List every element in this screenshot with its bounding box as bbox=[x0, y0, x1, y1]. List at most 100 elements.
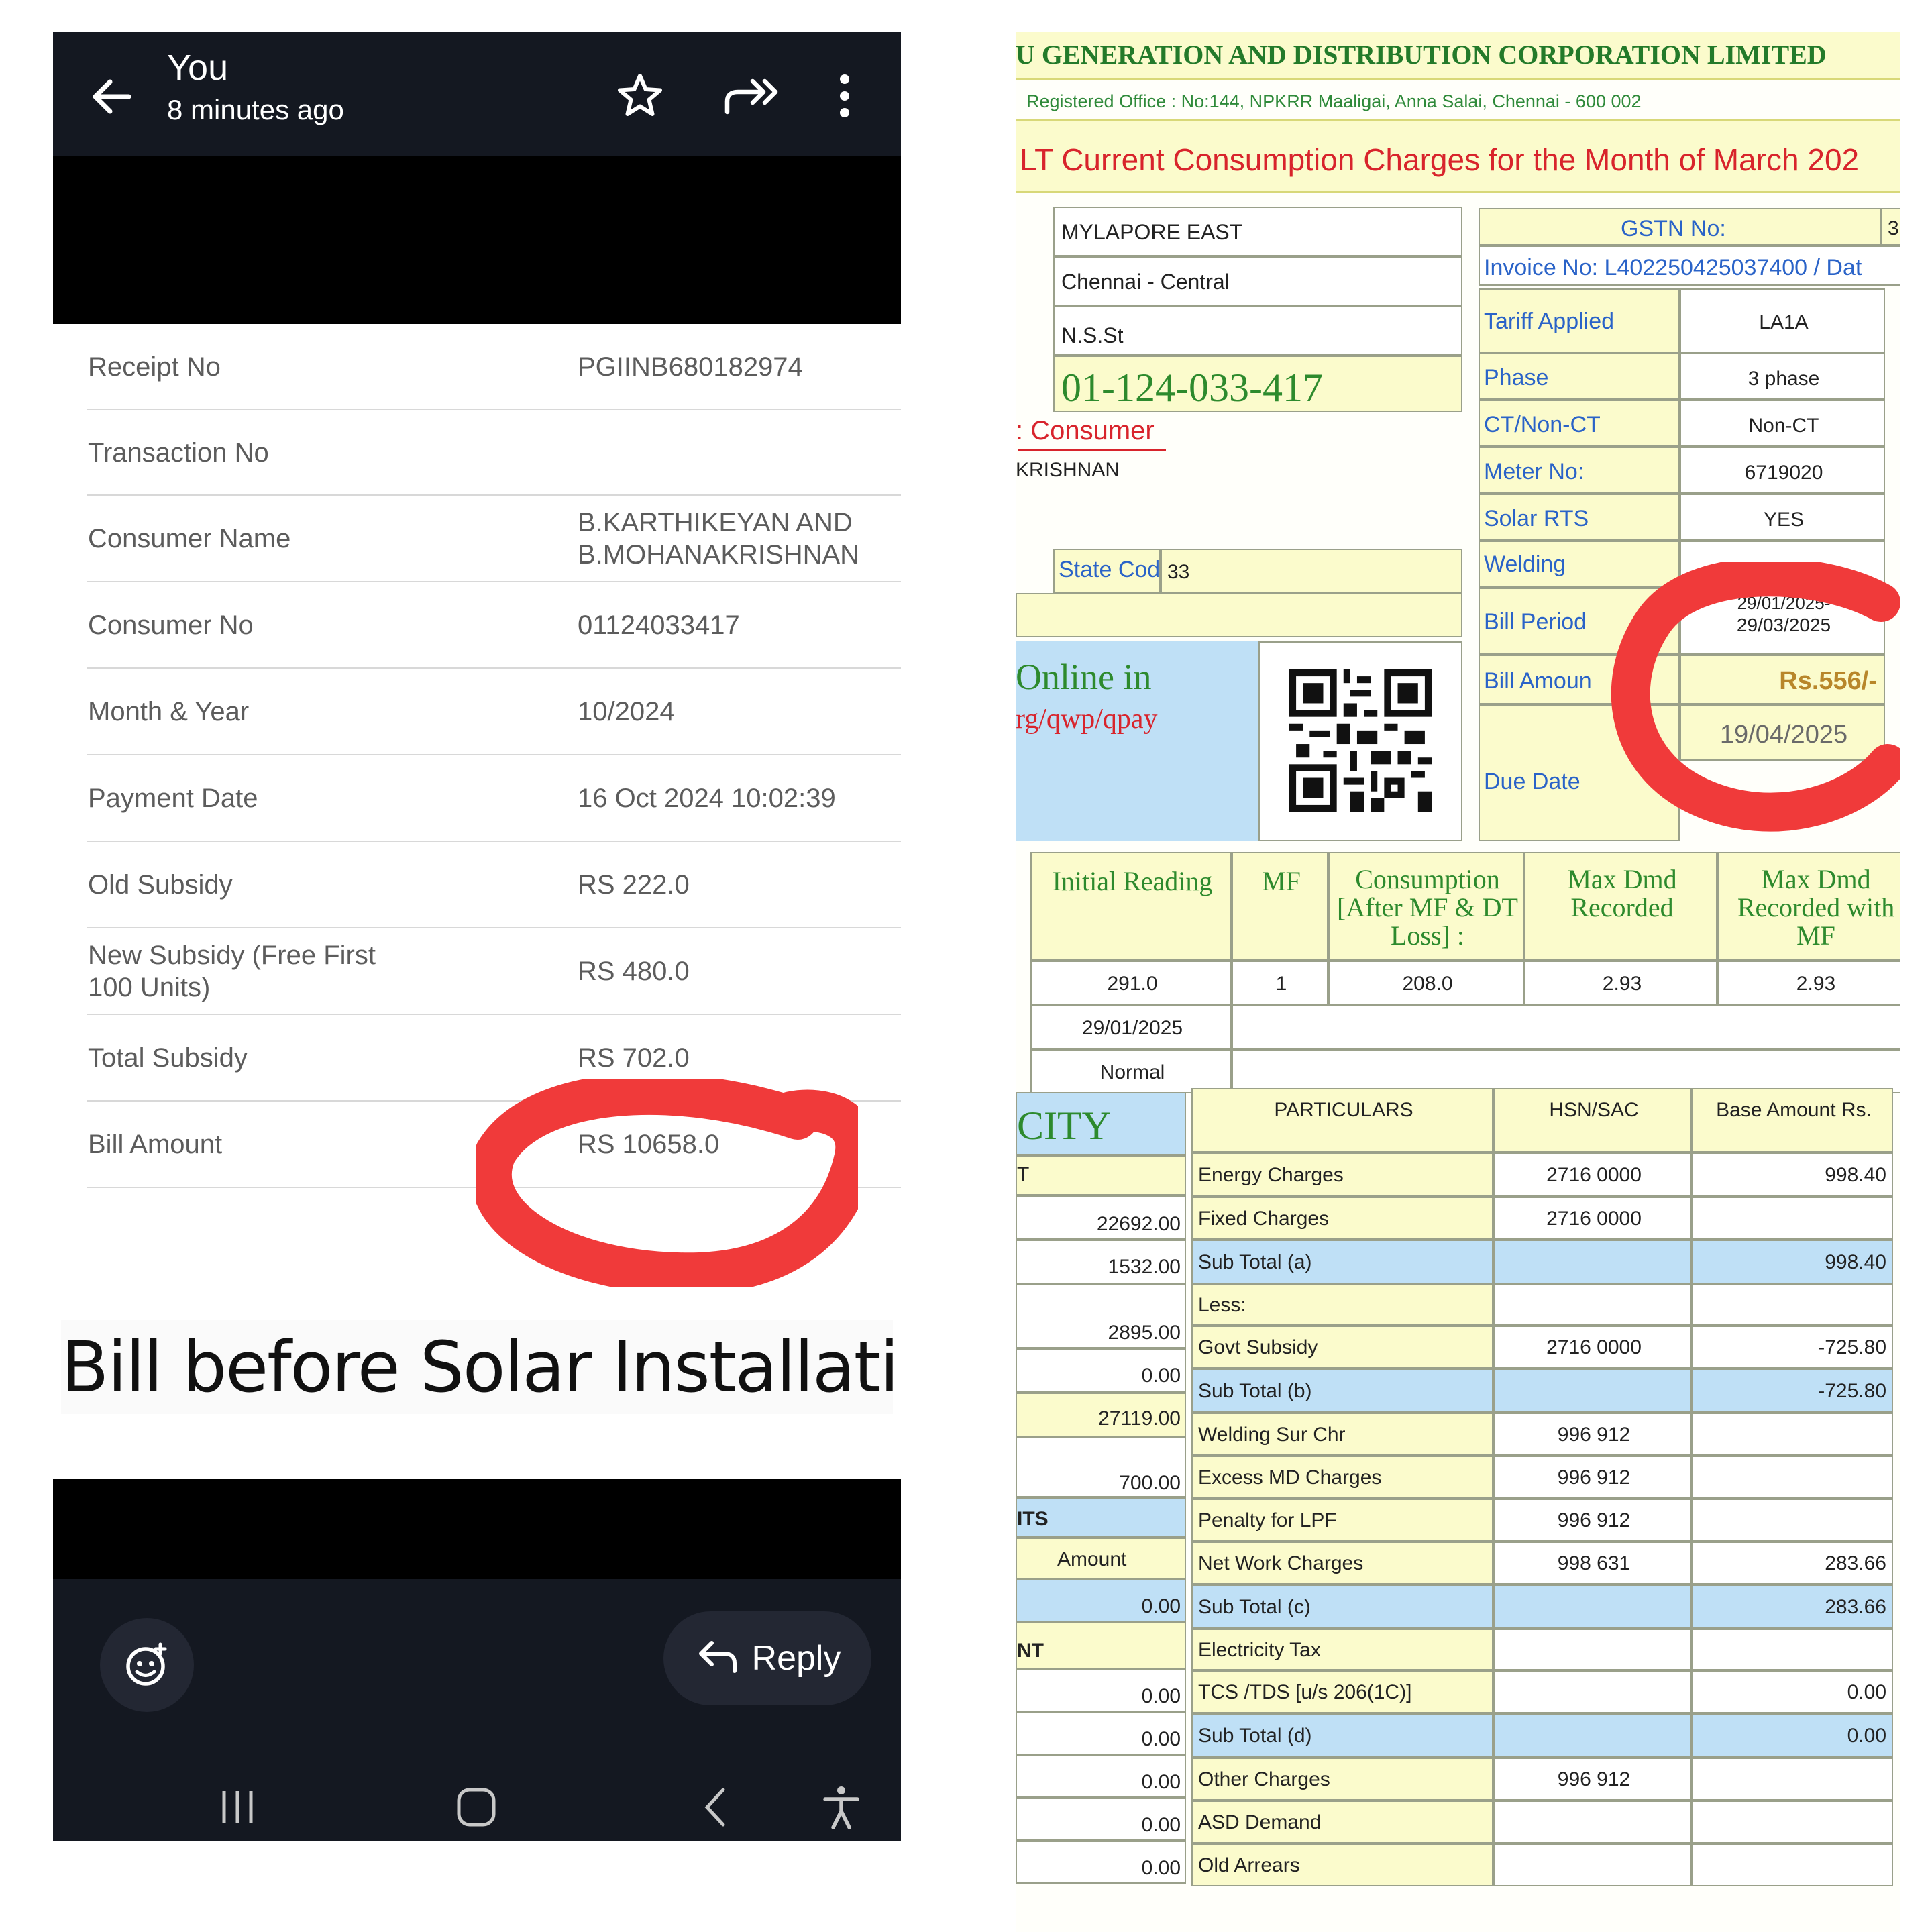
row-value: B.MOHANAKRISHNAN bbox=[578, 540, 860, 570]
particulars-amount bbox=[1692, 1456, 1893, 1499]
particulars-header: PARTICULARS bbox=[1191, 1088, 1493, 1152]
reading-cell: Normal bbox=[1030, 1049, 1232, 1093]
reading-header: Consumption [After MF & DT Loss] : bbox=[1328, 852, 1524, 961]
particulars-name: Sub Total (d) bbox=[1191, 1713, 1493, 1758]
pay-online-box: Online in rg/qwp/qpay bbox=[1016, 641, 1258, 841]
qr-code-box bbox=[1258, 641, 1462, 841]
app-header: You 8 minutes ago bbox=[53, 32, 901, 156]
emoji-add-icon[interactable] bbox=[100, 1618, 194, 1712]
due-date-cell: 19/04/2025 bbox=[1680, 704, 1885, 761]
corp-title: U GENERATION AND DISTRIBUTION CORPORATIO… bbox=[1016, 40, 1827, 70]
particulars-hsn bbox=[1493, 1670, 1692, 1713]
timestamp: 8 minutes ago bbox=[167, 94, 344, 125]
particulars-amount: 0.00 bbox=[1692, 1713, 1893, 1758]
detail-value: YES bbox=[1680, 494, 1885, 541]
home-icon[interactable] bbox=[446, 1780, 506, 1834]
back-arrow-icon[interactable] bbox=[85, 70, 139, 123]
due-date: 19/04/2025 bbox=[1719, 720, 1848, 749]
particulars-hsn: 996 912 bbox=[1493, 1758, 1692, 1801]
row-label: Consumer Name bbox=[88, 524, 291, 553]
detail-label: Phase bbox=[1479, 353, 1680, 400]
reply-arrow-icon bbox=[694, 1640, 739, 1676]
consumer-label: : Consumer bbox=[1016, 416, 1155, 445]
particulars-name: Other Charges bbox=[1191, 1758, 1493, 1801]
image-bottom-border bbox=[53, 1479, 901, 1579]
corp-header: U GENERATION AND DISTRIBUTION CORPORATIO… bbox=[1016, 32, 1900, 80]
particulars-name: Net Work Charges bbox=[1191, 1542, 1493, 1585]
particulars-name: Sub Total (c) bbox=[1191, 1585, 1493, 1629]
invoice-cell: Invoice No: L402250425037400 / Dat bbox=[1479, 246, 1900, 286]
consumer-number: 01-124-033-417 bbox=[1061, 366, 1323, 410]
row-value: RS 702.0 bbox=[578, 1043, 690, 1073]
receipt-row: Transaction No bbox=[87, 410, 901, 496]
detail-label: CT/Non-CT bbox=[1479, 400, 1680, 447]
registered-office: Registered Office : No:144, NPKRR Maalig… bbox=[1026, 91, 1642, 111]
gstn-cell: GSTN No: bbox=[1479, 208, 1881, 246]
particulars-amount: 283.66 bbox=[1692, 1542, 1893, 1585]
left-col-cell: ITS bbox=[1016, 1497, 1186, 1538]
row-label: Old Subsidy bbox=[88, 870, 233, 900]
reply-button[interactable]: Reply bbox=[663, 1611, 871, 1705]
image-top-border bbox=[53, 156, 901, 324]
reading-cell: 291.0 bbox=[1030, 961, 1232, 1005]
reading-blank bbox=[1232, 1005, 1900, 1049]
receipt-row: Old Subsidy RS 222.0 bbox=[87, 842, 901, 928]
forward-icon[interactable] bbox=[717, 66, 784, 126]
receipt-row: Consumer Name B.KARTHIKEYAN AND B.MOHANA… bbox=[87, 496, 901, 582]
particulars-header: HSN/SAC bbox=[1493, 1088, 1692, 1152]
consumer-name: KRISHNAN bbox=[1016, 459, 1120, 481]
particulars-hsn bbox=[1493, 1801, 1692, 1843]
particulars-amount bbox=[1692, 1758, 1893, 1801]
particulars-amount: 998.40 bbox=[1692, 1152, 1893, 1197]
particulars-hsn bbox=[1493, 1284, 1692, 1326]
reply-label: Reply bbox=[751, 1639, 841, 1678]
row-label: Bill Amount bbox=[88, 1130, 223, 1159]
back-icon[interactable] bbox=[685, 1780, 745, 1834]
particulars-hsn: 2716 0000 bbox=[1493, 1152, 1692, 1197]
receipt-row: Bill Amount RS 10658.0 bbox=[87, 1102, 901, 1188]
left-col-cell: 700.00 bbox=[1016, 1437, 1186, 1497]
consumer-number-cell: 01-124-033-417 bbox=[1053, 356, 1462, 412]
star-icon[interactable] bbox=[610, 66, 670, 126]
particulars-amount: 0.00 bbox=[1692, 1670, 1893, 1713]
particulars-hsn bbox=[1493, 1629, 1692, 1670]
detail-label: Welding bbox=[1479, 541, 1680, 588]
accessibility-icon[interactable] bbox=[811, 1780, 871, 1834]
more-vert-icon[interactable] bbox=[824, 66, 865, 126]
bill-amount-cell: Rs.556/- bbox=[1680, 655, 1885, 704]
address-blank-row bbox=[1016, 593, 1462, 637]
particulars-name: Welding Sur Chr bbox=[1191, 1413, 1493, 1456]
particulars-hsn bbox=[1493, 1585, 1692, 1629]
gstn-value-cell: 3 bbox=[1881, 208, 1900, 246]
particulars-amount: -725.80 bbox=[1692, 1326, 1893, 1368]
row-value: 10/2024 bbox=[578, 697, 675, 727]
particulars-amount bbox=[1692, 1499, 1893, 1542]
receipt-row: Month & Year 10/2024 bbox=[87, 669, 901, 755]
detail-value: 3 phase bbox=[1680, 353, 1885, 400]
particulars-amount bbox=[1692, 1413, 1893, 1456]
address-line: Chennai - Central bbox=[1053, 256, 1462, 306]
phone-screen: You 8 minutes ago Receipt No PGIINB68018… bbox=[53, 32, 901, 1841]
reading-cell: 2.93 bbox=[1717, 961, 1900, 1005]
charges-title: LT Current Consumption Charges for the M… bbox=[1020, 142, 1860, 177]
particulars-hsn bbox=[1493, 1713, 1692, 1758]
left-col-cell: 0.00 bbox=[1016, 1579, 1186, 1622]
left-col-cell: 0.00 bbox=[1016, 1798, 1186, 1841]
detail-label: Bill Period bbox=[1479, 588, 1680, 655]
recents-icon[interactable] bbox=[207, 1780, 268, 1834]
left-col-cell: 1532.00 bbox=[1016, 1240, 1186, 1284]
particulars-amount: -725.80 bbox=[1692, 1368, 1893, 1413]
particulars-name: Sub Total (b) bbox=[1191, 1368, 1493, 1413]
particulars-hsn: 996 912 bbox=[1493, 1413, 1692, 1456]
reading-cell: 29/01/2025 bbox=[1030, 1005, 1232, 1049]
reading-blank bbox=[1232, 1049, 1900, 1093]
receipt-row: Payment Date 16 Oct 2024 10:02:39 bbox=[87, 755, 901, 842]
app-footer: Reply bbox=[53, 1579, 901, 1841]
particulars-hsn: 2716 0000 bbox=[1493, 1197, 1692, 1240]
particulars-hsn: 996 912 bbox=[1493, 1456, 1692, 1499]
row-label: 100 Units) bbox=[88, 973, 211, 1002]
left-col-cell: T bbox=[1016, 1155, 1186, 1195]
electricity-bill-image: U GENERATION AND DISTRIBUTION CORPORATIO… bbox=[1016, 32, 1900, 1932]
reading-header: Initial Reading bbox=[1030, 852, 1232, 961]
particulars-name: Energy Charges bbox=[1191, 1152, 1493, 1197]
